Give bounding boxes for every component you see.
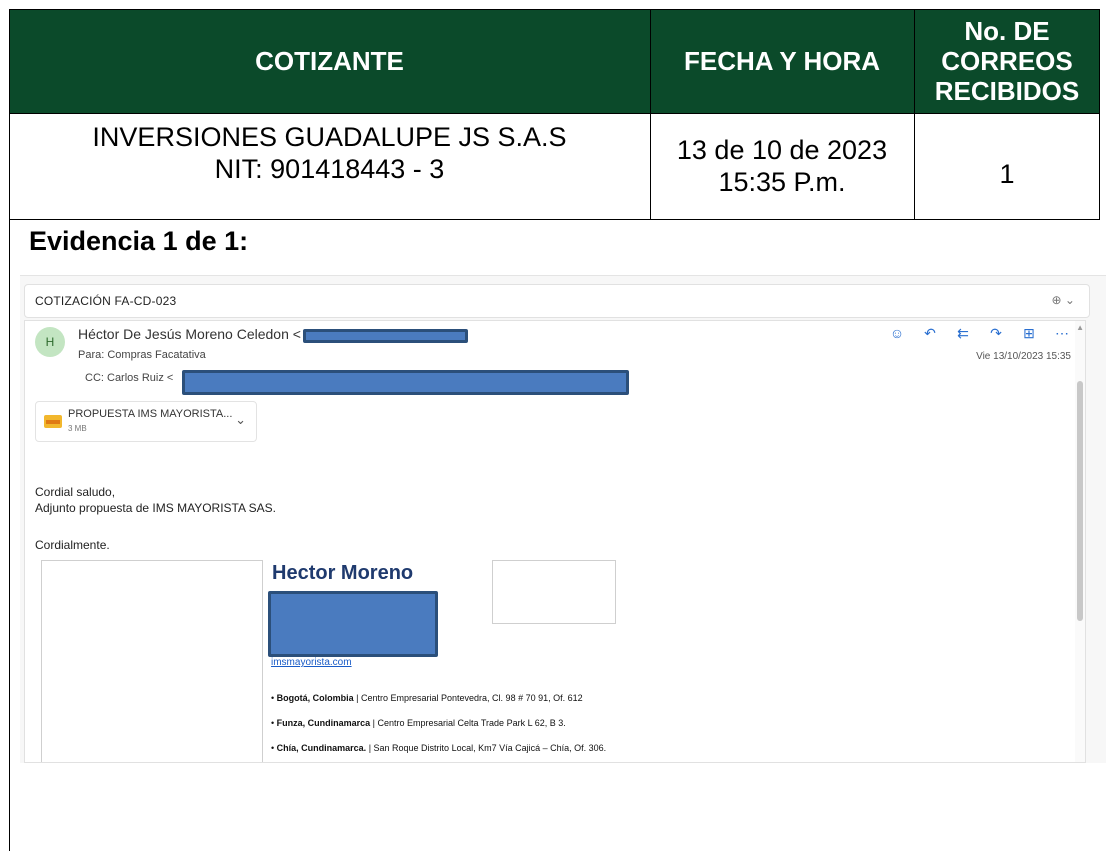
- table-border-top: [9, 9, 1100, 10]
- address-chia: • Chía, Cundinamarca. | San Roque Distri…: [271, 743, 607, 753]
- message-pane: H Héctor De Jesús Moreno Celedon < Para:…: [24, 320, 1086, 763]
- attachment-card[interactable]: PROPUESTA IMS MAYORISTA... 3 MB ⌄: [35, 401, 257, 442]
- cell-cotizante: INVERSIONES GUADALUPE JS S.A.S NIT: 9014…: [9, 113, 650, 193]
- quote-date: 13 de 10 de 2023: [676, 135, 888, 165]
- redacted-signature-info: [268, 591, 438, 657]
- reply-icon[interactable]: ↶: [921, 325, 939, 342]
- address-city: Funza, Cundinamarca: [276, 718, 371, 728]
- signature-name: Hector Moreno: [272, 562, 414, 584]
- company-name: INVERSIONES GUADALUPE JS S.A.S: [92, 122, 567, 152]
- address-detail: | Centro Empresarial Pontevedra, Cl. 98 …: [353, 693, 583, 703]
- smiley-icon[interactable]: ☺: [888, 325, 906, 342]
- avatar: H: [35, 327, 65, 357]
- reply-all-icon[interactable]: ⇇: [954, 325, 972, 342]
- address-city: Bogotá, Colombia: [276, 693, 354, 703]
- company-nit: NIT: 901418443 - 3: [214, 154, 445, 184]
- address-bogota: • Bogotá, Colombia | Centro Empresarial …: [271, 693, 583, 703]
- header-fecha: FECHA Y HORA: [650, 9, 914, 113]
- email-count: 1: [999, 158, 1015, 189]
- cell-count: 1: [914, 113, 1100, 234]
- apps-icon[interactable]: ⊞: [1020, 325, 1038, 342]
- scrollbar-thumb[interactable]: [1077, 381, 1083, 621]
- message-actions: ☺ ↶ ⇇ ↷ ⊞ ⋯: [888, 325, 1071, 342]
- body-line: Adjunto propuesta de IMS MAYORISTA SAS.: [35, 501, 277, 515]
- zoom-in-icon[interactable]: ⊕ ⌄: [1052, 293, 1075, 307]
- redacted-cc-email: [182, 370, 629, 395]
- summary-table: COTIZANTE FECHA Y HORA No. DE CORREOS RE…: [9, 9, 1100, 851]
- address-funza: • Funza, Cundinamarca | Centro Empresari…: [271, 718, 566, 728]
- redacted-sender-email: [303, 329, 468, 343]
- signature-image-placeholder: [41, 560, 263, 762]
- header-correos-line2: CORREOS: [941, 46, 1073, 76]
- address-city: Chía, Cundinamarca.: [276, 743, 367, 753]
- recipient-to: Para: Compras Facatativa: [78, 349, 206, 361]
- zip-file-icon: [44, 415, 62, 428]
- more-icon[interactable]: ⋯: [1053, 325, 1071, 342]
- scrollbar[interactable]: ▲: [1075, 321, 1085, 762]
- attachment-name: PROPUESTA IMS MAYORISTA...: [68, 408, 233, 420]
- header-correos: No. DE CORREOS RECIBIDOS: [914, 9, 1100, 113]
- header-cotizante-text: COTIZANTE: [255, 46, 404, 76]
- address-detail: | San Roque Distrito Local, Km7 Vía Caji…: [366, 743, 607, 753]
- body-greeting: Cordial saludo,: [35, 485, 116, 499]
- scroll-up-icon[interactable]: ▲: [1076, 323, 1084, 332]
- recipient-cc: CC: Carlos Ruiz <: [85, 372, 174, 384]
- message-date: Vie 13/10/2023 15:35: [976, 351, 1071, 362]
- email-subject: COTIZACIÓN FA-CD-023: [35, 294, 177, 308]
- chevron-down-icon[interactable]: ⌄: [235, 412, 246, 428]
- signature-logo-placeholder: [492, 560, 616, 624]
- header-cotizante: COTIZANTE: [9, 9, 650, 113]
- sender-name: Héctor De Jesús Moreno Celedon <: [78, 326, 301, 342]
- cell-fecha: 13 de 10 de 2023 15:35 P.m.: [650, 113, 914, 219]
- header-correos-line1: No. DE: [964, 16, 1050, 46]
- address-detail: | Centro Empresarial Celta Trade Park L …: [370, 718, 566, 728]
- evidence-label: Evidencia 1 de 1:: [29, 226, 249, 256]
- email-screenshot: COTIZACIÓN FA-CD-023 ⊕ ⌄ H Héctor De Jes…: [20, 275, 1106, 763]
- signature-website-link[interactable]: imsmayorista.com: [271, 657, 352, 668]
- forward-icon[interactable]: ↷: [987, 325, 1005, 342]
- attachment-size: 3 MB: [68, 424, 87, 433]
- quote-time: 15:35 P.m.: [718, 167, 846, 197]
- header-fecha-text: FECHA Y HORA: [684, 46, 880, 76]
- header-correos-line3: RECIBIDOS: [934, 76, 1080, 106]
- subject-bar: COTIZACIÓN FA-CD-023 ⊕ ⌄: [24, 284, 1090, 318]
- body-closing: Cordialmente.: [35, 538, 110, 552]
